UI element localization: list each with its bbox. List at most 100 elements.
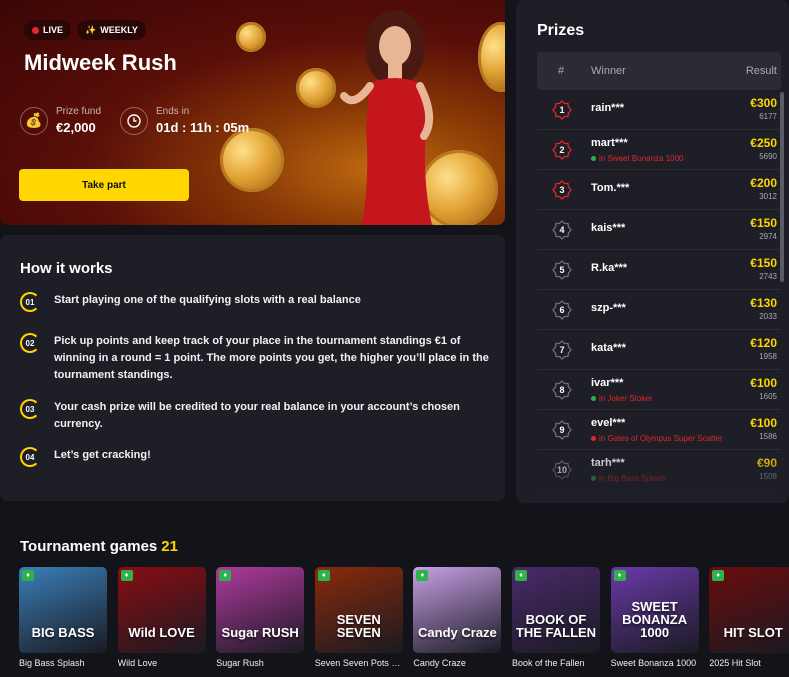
game-card[interactable]: ♦ HIT SLOT 2025 Hit Slot: [709, 567, 789, 668]
coin-decoration: [220, 128, 284, 192]
step-number: 01: [20, 292, 40, 312]
game-name[interactable]: Sweet Bonanza 1000: [611, 658, 699, 668]
winner-game[interactable]: in Gates of Olympus Super Scatter: [591, 434, 723, 443]
prizes-table-header: # Winner Result: [537, 52, 781, 90]
step-item: 03 Your cash prize will be credited to y…: [20, 399, 490, 433]
prizes-scrollbar[interactable]: [780, 92, 784, 282]
game-thumbnail[interactable]: ♦ BOOK OF THE FALLEN: [512, 567, 600, 653]
weekly-badge-label: WEEKLY: [100, 25, 138, 35]
game-thumbnail[interactable]: ♦ Candy Craze: [413, 567, 502, 653]
prize-points: 2974: [759, 232, 777, 241]
prize-amount: €150: [750, 216, 777, 230]
step-item: 04 Let’s get cracking!: [20, 447, 490, 467]
status-dot-icon: [591, 156, 596, 161]
prize-amount: €300: [750, 96, 777, 110]
coin-decoration: [296, 68, 336, 108]
game-art-text: Wild LOVE: [128, 625, 195, 640]
game-thumbnail[interactable]: ♦ Wild LOVE: [117, 567, 206, 653]
prize-fund-label: Prize fund: [56, 106, 102, 117]
status-dot-icon: [591, 476, 596, 481]
prizes-panel: Prizes # Winner Result 1 rain*** €300 6177 2…: [516, 0, 789, 503]
how-it-works-title: How it works: [20, 260, 113, 277]
place-number: 7: [559, 345, 565, 355]
prize-fund-value: €2,000: [56, 120, 96, 135]
prize-points: 2743: [759, 272, 777, 281]
game-name[interactable]: Seven Seven Pots and Pearls: [315, 658, 403, 668]
game-thumbnail[interactable]: ♦ BIG BASS: [19, 567, 107, 653]
game-thumbnail[interactable]: ♦ SEVEN SEVEN: [314, 567, 403, 653]
place-number: 9: [559, 425, 565, 435]
ends-in-label: Ends in: [156, 106, 190, 117]
winner-name: evel***: [591, 417, 626, 429]
game-tag-icon: ♦: [712, 570, 725, 581]
how-it-works-panel: How it works 01 Start playing one of the…: [0, 235, 505, 501]
step-number: 04: [20, 447, 40, 467]
game-card[interactable]: ♦ BIG BASS Big Bass Splash: [19, 567, 107, 668]
game-art-text: HIT SLOT: [723, 625, 783, 640]
game-card[interactable]: ♦ Candy Craze Candy Craze: [413, 567, 502, 668]
game-card[interactable]: ♦ SWEET BONANZA 1000 Sweet Bonanza 1000: [610, 567, 699, 668]
prize-points: 1605: [759, 392, 777, 401]
winner-game[interactable]: in Sweet Bonanza 1000: [591, 154, 684, 163]
prize-row: 3 Tom.*** €200 3012: [537, 170, 781, 210]
game-name[interactable]: Big Bass Splash: [19, 658, 107, 668]
step-text: Let’s get cracking!: [54, 449, 151, 461]
prize-amount: €90: [756, 456, 777, 470]
step-item: 01 Start playing one of the qualifying s…: [20, 292, 490, 312]
game-card[interactable]: ♦ SEVEN SEVEN Seven Seven Pots and Pearls: [314, 567, 403, 668]
column-winner: Winner: [591, 65, 626, 77]
live-badge-label: LIVE: [43, 25, 64, 35]
place-number: 5: [559, 265, 565, 275]
prize-row: 1 rain*** €300 6177: [537, 90, 781, 130]
prize-row: 2 mart*** in Sweet Bonanza 1000 €250 5690: [537, 130, 781, 170]
live-badge: LIVE: [24, 20, 72, 40]
game-art-text: Candy Craze: [418, 625, 497, 640]
winner-name: rain***: [591, 102, 625, 114]
step-text: Your cash prize will be credited to your…: [54, 401, 460, 430]
game-name[interactable]: Sugar Rush: [216, 658, 304, 668]
place-number: 8: [559, 385, 565, 395]
game-thumbnail[interactable]: ♦ HIT SLOT: [709, 567, 789, 653]
status-dot-icon: [591, 396, 596, 401]
coin-decoration: [478, 22, 505, 92]
place-badge-icon: 10: [552, 460, 572, 480]
prize-amount: €120: [750, 336, 777, 350]
prize-row: 5 R.ka*** €150 2743: [537, 250, 781, 290]
winner-name: R.ka***: [591, 262, 628, 274]
sparkle-icon: ✨: [85, 24, 97, 35]
prize-points: 1508: [759, 472, 777, 481]
game-name[interactable]: Candy Craze: [413, 658, 501, 668]
prize-row: 6 szp-*** €130 2033: [537, 290, 781, 330]
winner-game-label: in Gates of Olympus Super Scatter: [599, 434, 723, 443]
place-number: 3: [559, 185, 565, 195]
game-name[interactable]: 2025 Hit Slot: [709, 658, 789, 668]
prize-amount: €200: [750, 176, 777, 190]
place-badge-icon: 3: [552, 180, 572, 200]
game-name[interactable]: Book of the Fallen: [512, 658, 600, 668]
weekly-badge: ✨ WEEKLY: [77, 20, 146, 40]
prize-points: 5690: [759, 152, 777, 161]
take-part-button[interactable]: Take part: [19, 169, 189, 201]
place-badge-icon: 9: [552, 420, 572, 440]
winner-game-label: in Sweet Bonanza 1000: [599, 154, 684, 163]
place-badge-icon: 8: [552, 380, 572, 400]
game-card[interactable]: ♦ Sugar RUSH Sugar Rush: [216, 567, 305, 668]
prize-amount: €150: [750, 256, 777, 270]
step-number: 02: [20, 333, 40, 353]
tournament-games-title: Tournament games 21: [20, 538, 178, 555]
game-tag-icon: ♦: [120, 570, 133, 581]
game-card[interactable]: ♦ BOOK OF THE FALLEN Book of the Fallen: [512, 567, 600, 668]
game-art-text: BOOK OF THE FALLEN: [515, 612, 597, 640]
winner-game-label: in Joker Stoker: [599, 394, 653, 403]
place-number: 6: [559, 305, 565, 315]
game-thumbnail[interactable]: ♦ Sugar RUSH: [216, 567, 305, 653]
game-tag-icon: ♦: [22, 570, 34, 581]
winner-game[interactable]: in Big Bass Splash: [591, 474, 666, 483]
game-card[interactable]: ♦ Wild LOVE Wild Love: [117, 567, 206, 668]
game-name[interactable]: Wild Love: [118, 658, 206, 668]
game-thumbnail[interactable]: ♦ SWEET BONANZA 1000: [610, 567, 699, 653]
winner-game[interactable]: in Joker Stoker: [591, 394, 652, 403]
prize-points: 3012: [759, 192, 777, 201]
games-title-label: Tournament games: [20, 538, 158, 555]
money-bag-icon: 💰: [20, 106, 48, 135]
